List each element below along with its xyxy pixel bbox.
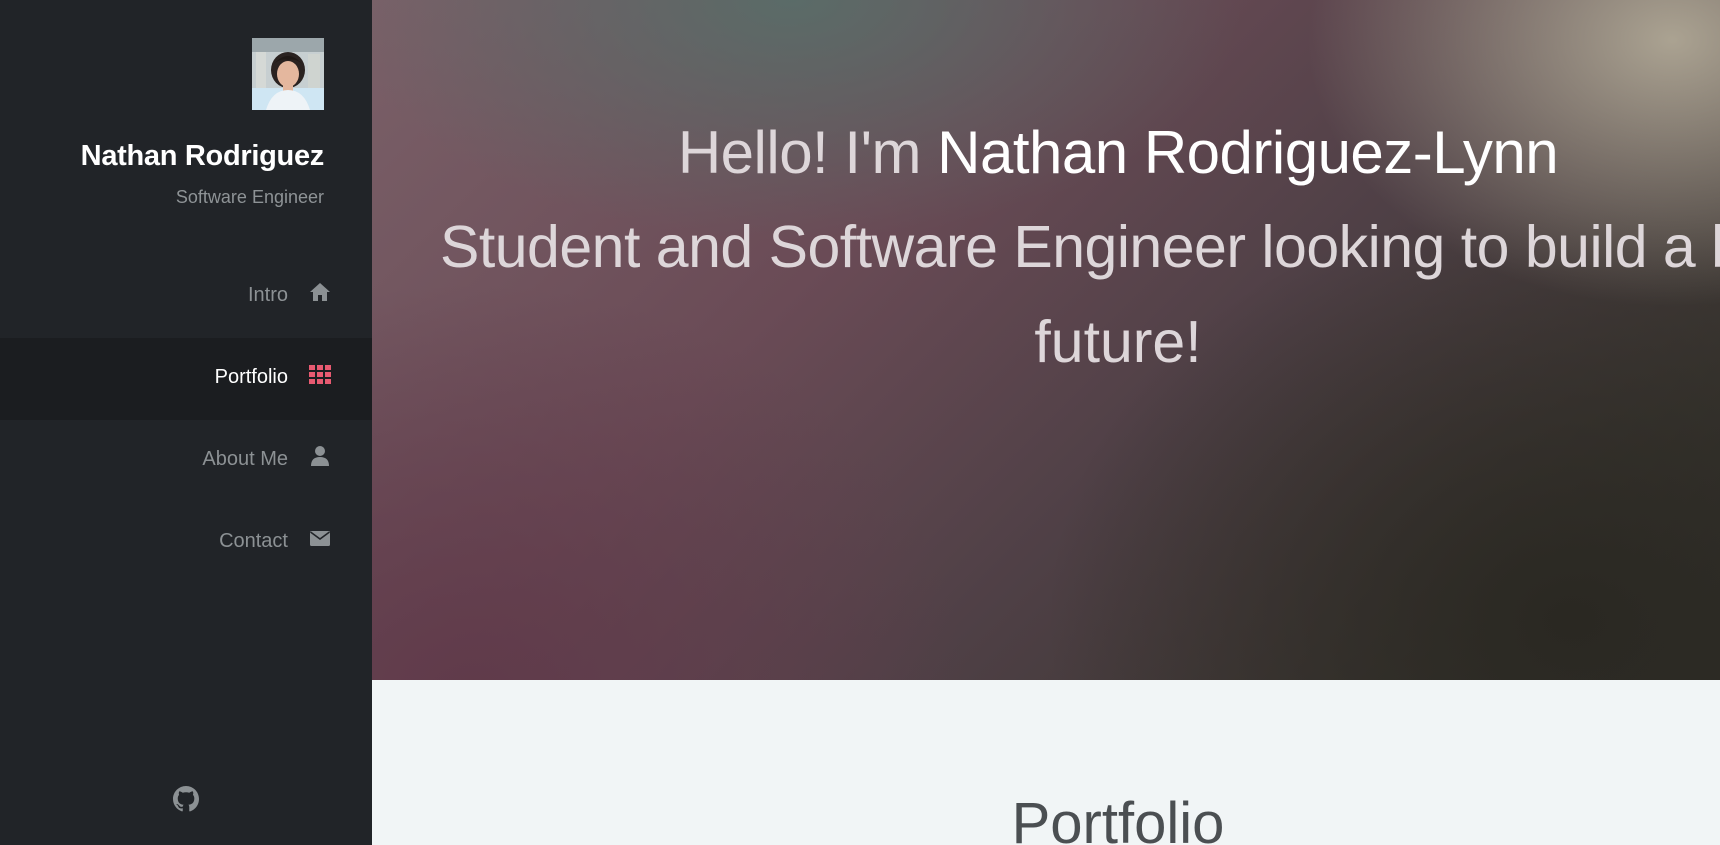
portfolio-heading: Portfolio	[1011, 791, 1225, 845]
hero-tagline: Student and Software Engineer looking to…	[440, 214, 1720, 280]
nav-item-portfolio[interactable]: Portfolio	[0, 338, 372, 420]
nav-item-label: About Me	[202, 448, 288, 470]
nav-item-label: Portfolio	[214, 366, 288, 388]
nav-item-label: Contact	[219, 530, 288, 552]
hero-heading: Hello! I'm Nathan Rodriguez-Lynn	[372, 118, 1720, 187]
home-icon	[308, 280, 332, 304]
github-icon[interactable]	[173, 786, 199, 812]
nav-item-intro[interactable]: Intro	[0, 256, 372, 338]
profile-name: Nathan Rodriguez	[80, 140, 325, 172]
nav-item-label: Intro	[247, 284, 288, 306]
envelope-icon	[308, 526, 332, 550]
sidebar: Nathan Rodriguez Software Engineer Intro…	[0, 0, 372, 845]
profile-role: Software Engineer	[175, 187, 324, 207]
hero-greeting: Hello! I'm	[677, 119, 938, 186]
hero-name: Nathan Rodriguez-Lynn	[937, 119, 1559, 186]
sidebar-nav: Intro Portfolio About Me Contact	[0, 256, 372, 584]
nav-item-about-me[interactable]: About Me	[0, 420, 372, 502]
portfolio-section: Portfolio	[372, 680, 1720, 845]
grid-icon	[308, 362, 332, 386]
hero-tagline-continued: future!	[1034, 309, 1202, 375]
user-icon	[308, 444, 332, 468]
avatar	[252, 38, 324, 110]
nav-item-contact[interactable]: Contact	[0, 502, 372, 584]
hero-section: Hello! I'm Nathan Rodriguez-Lynn Student…	[372, 0, 1720, 680]
